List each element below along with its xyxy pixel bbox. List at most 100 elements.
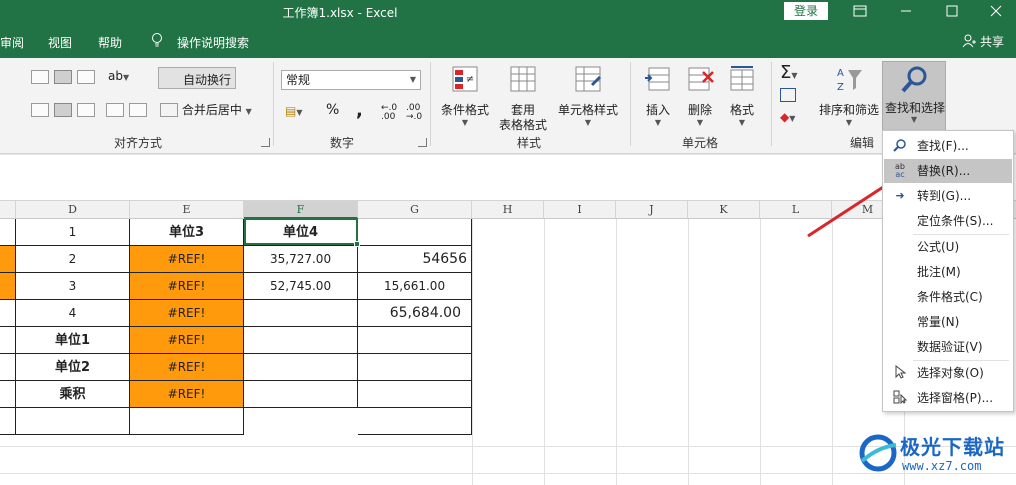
orientation-icon[interactable]: ab▼ [108,69,129,83]
cell-g3[interactable]: 15,661.00 [358,273,472,300]
ribbon-display-options-icon[interactable] [842,0,878,22]
increase-decimal-icon[interactable]: ←.0.00 [381,104,397,122]
cell[interactable] [0,219,16,246]
menu-help[interactable]: 帮助 [98,34,122,51]
cell-e3[interactable]: #REF! [130,273,244,300]
cell-f5[interactable] [244,327,358,354]
number-format-select[interactable]: 常规 ▼ [281,70,421,90]
delete-button[interactable]: 删除 ▼ [680,64,720,127]
align-center-icon[interactable] [54,103,72,117]
decrease-decimal-icon[interactable]: .00 →.0 [406,104,422,122]
align-left-icon[interactable] [31,103,49,117]
autosum-icon[interactable]: Σ▼ [780,62,798,83]
cell-e8[interactable] [130,408,244,435]
cell-g1[interactable] [358,219,472,246]
cell[interactable] [0,408,16,435]
cell-styles-button[interactable]: 单元格样式 ▼ [556,64,620,127]
column-header-f[interactable]: F [244,201,358,219]
format-as-table-button[interactable]: 套用 表格格式 [494,64,552,133]
cell-g2[interactable]: 54656 [358,246,472,273]
column-header[interactable] [0,201,16,219]
comma-button[interactable]: , [356,100,363,121]
cell[interactable] [0,300,16,327]
align-bottom-icon[interactable] [77,70,95,84]
currency-icon[interactable]: ▤▼ [285,104,303,118]
menu-item-formulas[interactable]: 公式(U) [884,235,1012,259]
column-header-i[interactable]: I [544,201,616,219]
cell[interactable] [0,246,16,273]
cell[interactable] [0,381,16,408]
find-and-select-button[interactable]: 查找和选择 ▼ [882,61,946,132]
alignment-launcher-icon[interactable] [261,138,270,147]
cell-e4[interactable]: #REF! [130,300,244,327]
number-launcher-icon[interactable] [418,138,427,147]
align-right-icon[interactable] [77,103,95,117]
maximize-icon[interactable] [934,0,970,22]
cell-e7[interactable]: #REF! [130,381,244,408]
fill-handle[interactable] [354,241,360,247]
cell-g5[interactable] [358,327,472,354]
increase-indent-icon[interactable] [129,103,147,117]
cell-d1[interactable]: 1 [16,219,130,246]
cell-d3[interactable]: 3 [16,273,130,300]
cell[interactable] [0,354,16,381]
insert-button[interactable]: 插入 ▼ [638,64,678,127]
cell-d5[interactable]: 单位1 [16,327,130,354]
menu-item-goto[interactable]: ➜ 转到(G)... [884,184,1012,208]
menu-item-find[interactable]: 查找(F)... [884,134,1012,158]
cell-f3[interactable]: 52,745.00 [244,273,358,300]
format-button[interactable]: 格式 ▼ [722,64,762,127]
tell-me-search[interactable]: 操作说明搜索 [177,34,249,51]
menu-review[interactable]: 审阅 [0,34,24,51]
cell-f4[interactable] [244,300,358,327]
menu-item-comments[interactable]: 批注(M) [884,260,1012,284]
percent-button[interactable]: % [326,102,339,118]
cell-e6[interactable]: #REF! [130,354,244,381]
menu-item-selection-pane[interactable]: 选择窗格(P)... [884,386,1012,410]
menu-item-replace[interactable]: ab ac 替换(R)... [884,159,1012,183]
column-header-h[interactable]: H [472,201,544,219]
cell-f6[interactable] [244,354,358,381]
cell[interactable] [0,327,16,354]
cell-g6[interactable] [358,354,472,381]
menu-item-select-objects[interactable]: 选择对象(O) [884,361,1012,385]
column-header-k[interactable]: K [688,201,760,219]
login-button[interactable]: 登录 [784,2,828,20]
column-header-d[interactable]: D [16,201,130,219]
fill-icon[interactable] [780,88,796,102]
cell-g7[interactable] [358,381,472,408]
align-middle-icon[interactable] [54,70,72,84]
column-header-j[interactable]: J [616,201,688,219]
cell-d4[interactable]: 4 [16,300,130,327]
column-header-g[interactable]: G [358,201,472,219]
merge-center-button[interactable]: 合并后居中 ▼ [160,101,260,121]
share-button[interactable]: 共享 [962,33,1004,50]
cell[interactable] [0,273,16,300]
clear-eraser-icon[interactable]: ◆▼ [780,110,795,124]
active-cell-selection[interactable] [244,218,360,247]
sort-filter-button[interactable]: AZ 排序和筛选 ▼ [818,64,880,127]
cell-g4[interactable]: 65,684.00 [358,300,472,327]
conditional-format-button[interactable]: ≠ 条件格式 ▼ [436,64,494,127]
wrap-text-button[interactable]: 自动换行 [158,67,236,89]
menu-item-data-validation[interactable]: 数据验证(V) [884,335,1012,359]
menu-view[interactable]: 视图 [48,34,72,51]
menu-item-constants[interactable]: 常量(N) [884,310,1012,334]
menu-item-goto-special[interactable]: 定位条件(S)... [884,209,1012,233]
cell-e2[interactable]: #REF! [130,246,244,273]
column-header-e[interactable]: E [130,201,244,219]
cell-e1[interactable]: 单位3 [130,219,244,246]
cell-d7[interactable]: 乘积 [16,381,130,408]
minimize-icon[interactable] [888,0,924,22]
cell-f7[interactable] [244,381,358,408]
cell-d2[interactable]: 2 [16,246,130,273]
cell-e5[interactable]: #REF! [130,327,244,354]
cell-d8[interactable] [16,408,130,435]
cell-d6[interactable]: 单位2 [16,354,130,381]
cell-g8[interactable] [358,408,472,435]
close-icon[interactable] [978,0,1014,22]
align-top-icon[interactable] [31,70,49,84]
cell-f2[interactable]: 35,727.00 [244,246,358,273]
menu-item-conditional-formatting[interactable]: 条件格式(C) [884,285,1012,309]
decrease-indent-icon[interactable] [106,103,124,117]
